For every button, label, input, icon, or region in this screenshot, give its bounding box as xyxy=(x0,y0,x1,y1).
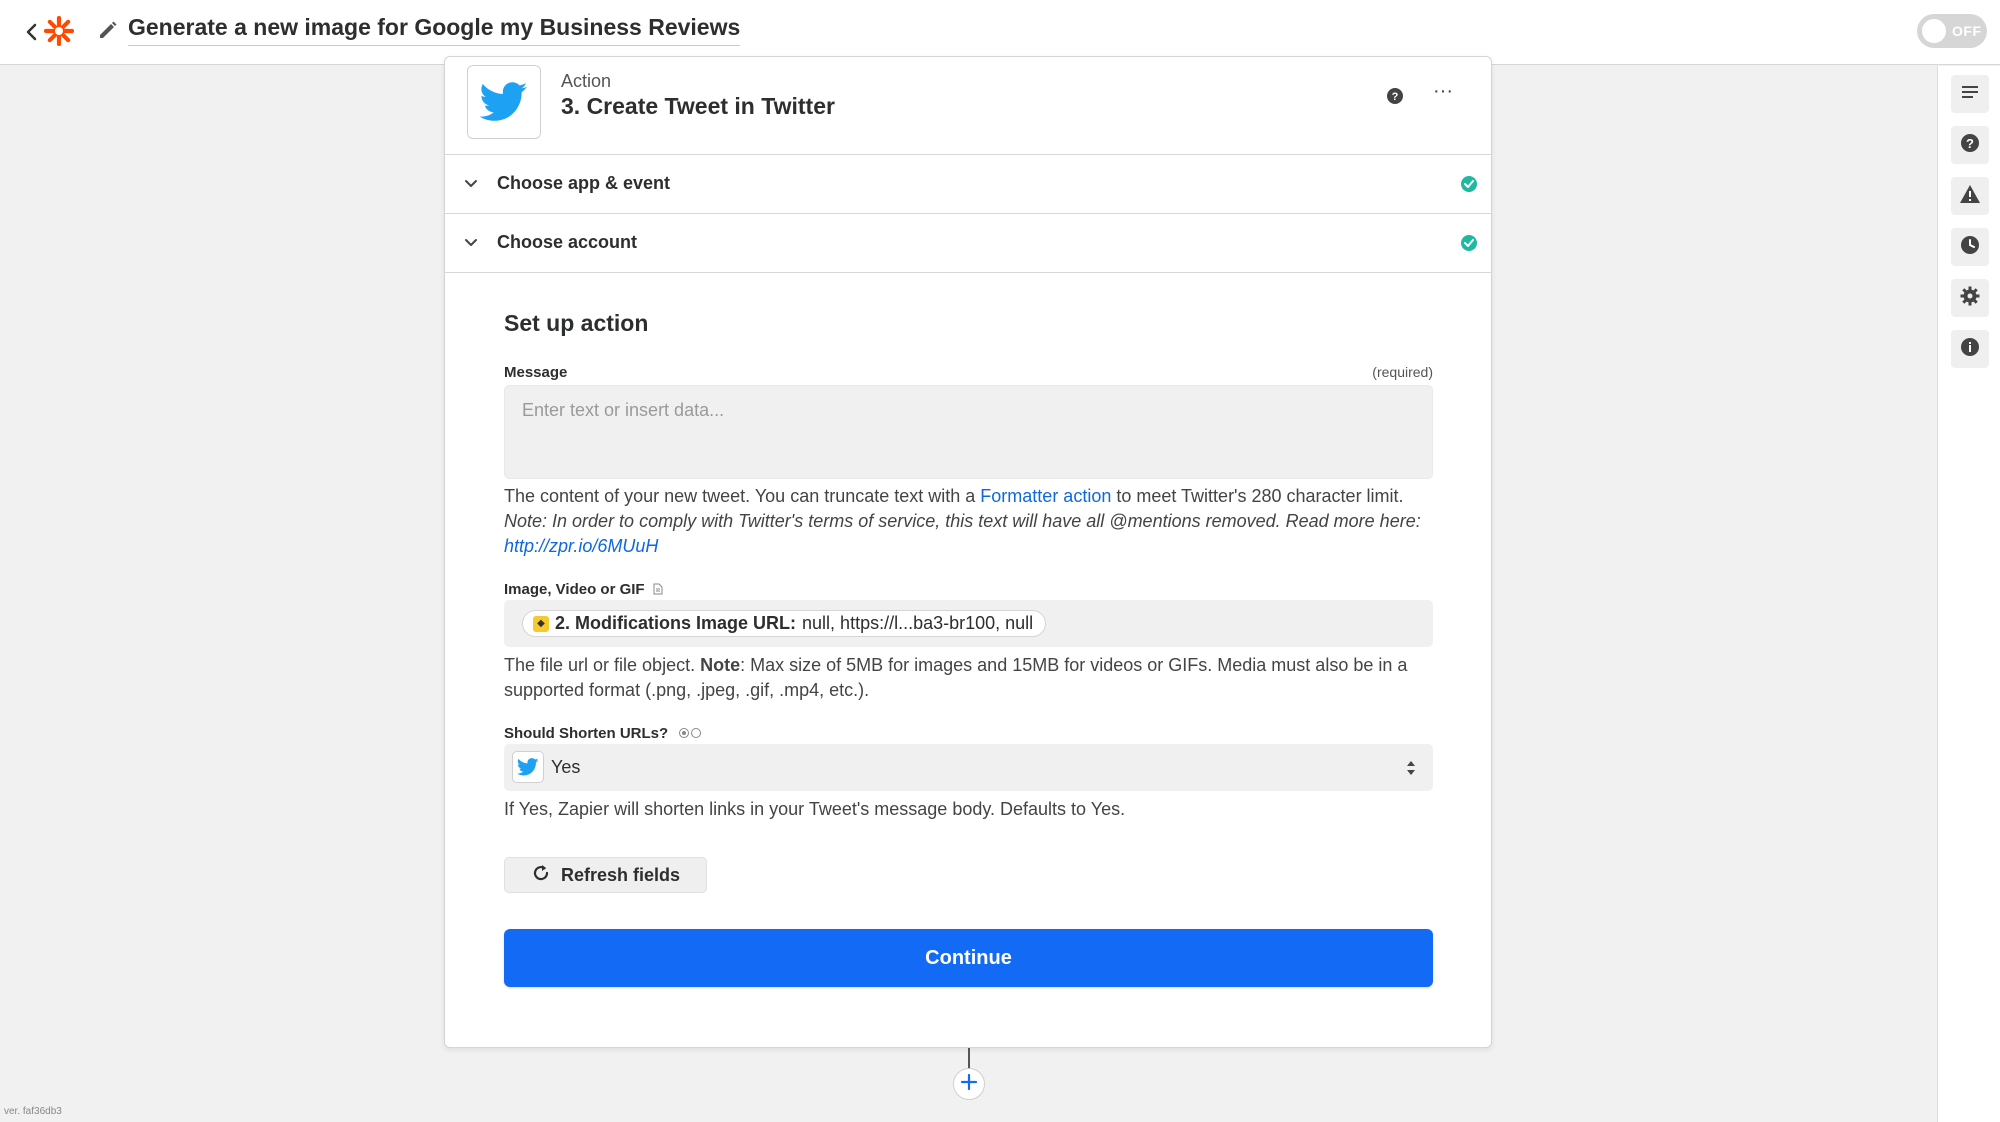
setup-action-title: Set up action xyxy=(504,310,649,336)
section-choose-app-event[interactable]: Choose app & event xyxy=(445,155,1491,214)
toggle-label: OFF xyxy=(1952,23,1982,39)
shorten-urls-label: Should Shorten URLs? xyxy=(504,725,702,743)
zap-on-off-toggle[interactable]: OFF xyxy=(1917,14,1987,48)
zapier-logo-icon[interactable] xyxy=(43,15,75,47)
chevron-down-icon xyxy=(461,174,481,194)
list-icon xyxy=(1961,84,1979,105)
terms-link[interactable]: http://zpr.io/6MUuH xyxy=(504,536,658,556)
step-card: Action 3. Create Tweet in Twitter ? ··· … xyxy=(444,56,1492,1048)
svg-text:?: ? xyxy=(1966,136,1974,151)
section-label: Choose app & event xyxy=(497,173,671,193)
section-label: Choose account xyxy=(497,232,638,252)
pill-field-value: null, https://l...ba3-br100, null xyxy=(802,613,1034,633)
pill-field-name: 2. Modifications Image URL: xyxy=(555,613,797,633)
twitter-icon xyxy=(512,751,544,783)
settings-icon xyxy=(1960,286,1980,311)
image-label-text: Image, Video or GIF xyxy=(504,581,645,598)
step-connector xyxy=(968,1048,970,1070)
step-title: 3. Create Tweet in Twitter xyxy=(561,93,835,119)
image-help: The file url or file object. Note: Max s… xyxy=(504,653,1444,703)
select-arrows-icon xyxy=(1404,757,1418,779)
continue-button[interactable]: Continue xyxy=(504,929,1433,987)
message-help: The content of your new tweet. You can t… xyxy=(504,484,1444,559)
refresh-icon xyxy=(531,863,551,888)
refresh-fields-label: Refresh fields xyxy=(560,864,681,885)
help-icon: ? xyxy=(1960,133,1980,158)
right-sidebar: ? xyxy=(1937,66,2000,1122)
info-icon xyxy=(1960,337,1980,362)
image-help-note: Note xyxy=(700,655,741,675)
sidebar-settings-button[interactable] xyxy=(1951,279,1989,317)
step-help-icon[interactable]: ? xyxy=(1385,86,1405,106)
message-help-text-end: to meet Twitter's 280 character limit. xyxy=(1111,486,1404,506)
sidebar-list-button[interactable] xyxy=(1951,75,1989,113)
shorten-urls-help: If Yes, Zapier will shorten links in you… xyxy=(504,799,1126,819)
file-icon xyxy=(653,582,663,599)
check-circle-icon xyxy=(1460,175,1478,193)
boolean-radio-icon xyxy=(678,726,702,743)
shorten-urls-label-text: Should Shorten URLs? xyxy=(504,725,669,742)
message-note: Note: In order to comply with Twitter's … xyxy=(504,511,1421,531)
svg-text:?: ? xyxy=(1392,91,1399,103)
sidebar-help-button[interactable]: ? xyxy=(1951,126,1989,164)
check-circle-icon xyxy=(1460,234,1478,252)
sidebar-history-button[interactable] xyxy=(1951,228,1989,266)
chevron-down-icon xyxy=(461,233,481,253)
section-choose-account[interactable]: Choose account xyxy=(445,214,1491,273)
required-note: (required) xyxy=(1372,364,1433,380)
message-label: Message xyxy=(504,364,568,381)
sidebar-alerts-button[interactable] xyxy=(1951,177,1989,215)
toggle-knob xyxy=(1922,19,1946,43)
sidebar-info-button[interactable] xyxy=(1951,330,1989,368)
mapped-field-pill[interactable]: ◆ 2. Modifications Image URL: null, http… xyxy=(522,610,1047,637)
shorten-urls-value: Yes xyxy=(551,757,581,777)
plus-icon xyxy=(960,1073,978,1096)
image-label: Image, Video or GIF xyxy=(504,581,663,599)
step-header: Action 3. Create Tweet in Twitter ? ··· xyxy=(445,57,1491,155)
image-help-text: The file url or file object. xyxy=(504,655,701,675)
step-kind: Action xyxy=(561,71,612,91)
image-input[interactable]: ◆ 2. Modifications Image URL: null, http… xyxy=(504,600,1433,647)
zap-title[interactable]: Generate a new image for Google my Busin… xyxy=(128,14,741,46)
twitter-app-icon xyxy=(467,65,541,139)
formatter-action-link[interactable]: Formatter action xyxy=(980,486,1111,506)
add-step-button[interactable] xyxy=(953,1068,985,1100)
version-label: ver. faf36db3 xyxy=(4,1106,62,1117)
step-more-options-icon[interactable]: ··· xyxy=(1430,81,1456,105)
pencil-icon[interactable] xyxy=(97,19,119,41)
refresh-fields-button[interactable]: Refresh fields xyxy=(504,857,707,893)
warning-icon xyxy=(1959,184,1981,209)
back-chevron-icon[interactable] xyxy=(20,18,44,46)
history-icon xyxy=(1960,235,1980,260)
message-input[interactable] xyxy=(504,385,1433,479)
bannerbear-app-icon: ◆ xyxy=(533,615,549,632)
shorten-urls-select[interactable]: Yes xyxy=(504,744,1433,791)
message-help-text: The content of your new tweet. You can t… xyxy=(504,486,981,506)
